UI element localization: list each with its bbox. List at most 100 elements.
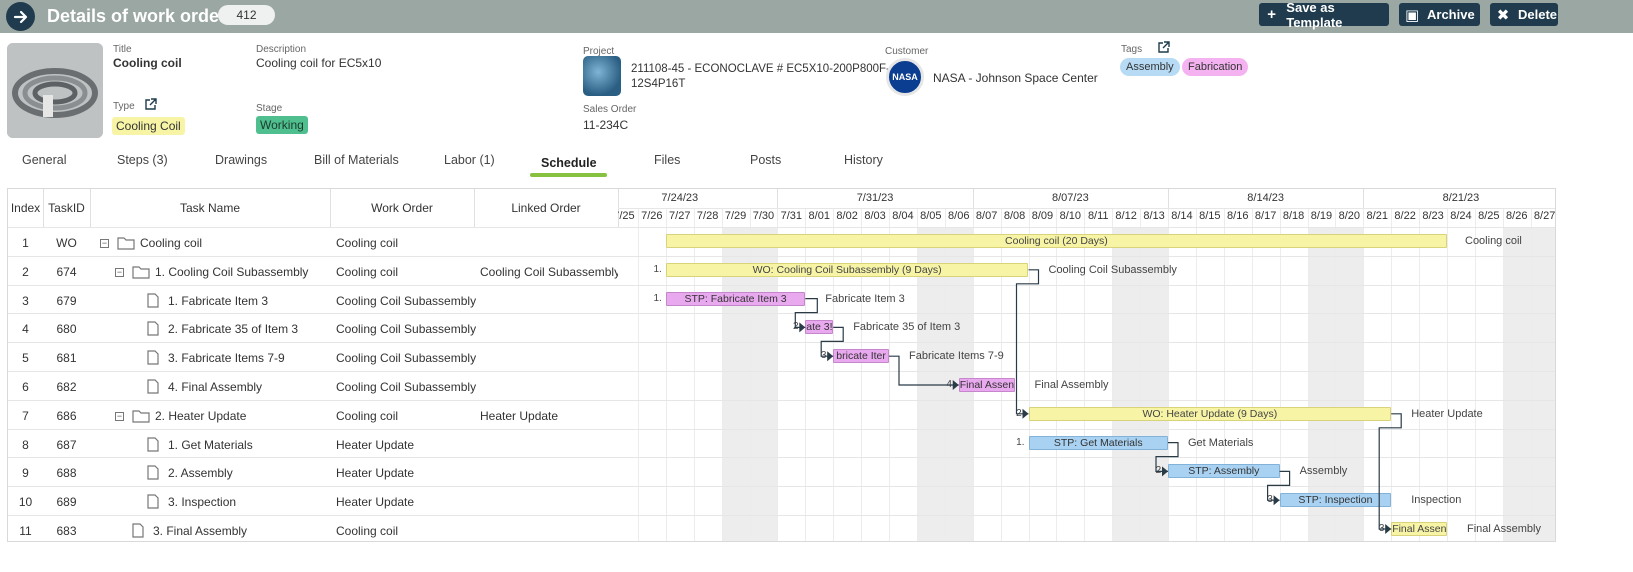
day-gridline [833, 208, 835, 541]
bar-right-label: Inspection [1411, 494, 1462, 507]
day-gridline [1335, 208, 1337, 541]
gantt-bar[interactable]: Final Assen [1391, 522, 1447, 536]
edit-tags-external-link-icon[interactable] [1157, 41, 1170, 54]
tag-assembly[interactable]: Assembly [1120, 58, 1180, 76]
row-task-name[interactable]: 1. Fabricate Item 3 [168, 294, 268, 308]
gantt-bar[interactable]: Final Assen [958, 378, 1015, 392]
row-divider [8, 399, 618, 401]
column-divider[interactable] [90, 189, 91, 227]
sales-order-label: Sales Order [583, 104, 637, 115]
gantt-bar[interactable]: Cooling coil (20 Days) [665, 234, 1447, 248]
row-task-id: 687 [56, 437, 77, 452]
delete-button[interactable]: ✖ Delete [1490, 3, 1558, 26]
bar-right-label: Final Assembly [1034, 379, 1109, 391]
column-header-work-order[interactable]: Work Order [330, 201, 474, 215]
tag-fabrication[interactable]: Fabrication [1182, 58, 1249, 76]
row-task-name[interactable]: 2. Assembly [168, 466, 233, 480]
row-divider [618, 284, 1555, 286]
gantt-bar[interactable]: STP: Get Materials [1028, 435, 1168, 450]
row-linked-order[interactable]: Heater Update [480, 409, 618, 423]
description-value: Cooling coil for EC5x10 [256, 56, 382, 70]
gantt-bar[interactable]: ate 3! [805, 320, 834, 335]
bar-right-label: Heater Update [1411, 407, 1483, 420]
collapse-toggle[interactable]: − [115, 267, 124, 277]
tab-general[interactable]: General [22, 153, 66, 167]
document-icon [147, 292, 159, 313]
row-task-name[interactable]: 3. Final Assembly [153, 524, 247, 538]
row-task-name[interactable]: 3. Inspection [168, 495, 236, 509]
gantt-bar[interactable]: bricate Iter [833, 349, 889, 364]
gantt-bar[interactable]: WO: Cooling Coil Subassembly (9 Days) [665, 262, 1029, 277]
row-task-name[interactable]: 2. Heater Update [155, 409, 246, 423]
row-index: 8 [22, 437, 29, 452]
project-value-line2[interactable]: 12S4P16T [631, 78, 685, 90]
day-header: 8/18 [1282, 210, 1305, 222]
column-divider[interactable] [474, 189, 475, 227]
row-divider [618, 486, 1555, 488]
row-linked-order[interactable]: Cooling Coil Subassembly [480, 265, 618, 279]
day-header: 8/06 [948, 210, 970, 222]
bar-right-label: Fabricate Items 7-9 [909, 350, 1004, 363]
row-task-name[interactable]: 1. Get Materials [168, 438, 253, 452]
column-divider[interactable] [43, 189, 44, 227]
column-header-task-name[interactable]: Task Name [90, 201, 330, 215]
day-header: 8/16 [1227, 210, 1249, 222]
task-grid: Index TaskID Task Name Work Order Linked Ord… [8, 189, 619, 541]
row-task-name[interactable]: 4. Final Assembly [168, 380, 262, 394]
day-gridline [1363, 208, 1365, 541]
day-header: 7/25 [618, 210, 635, 222]
day-gridline [721, 208, 723, 541]
day-gridline [1000, 208, 1002, 541]
row-task-name[interactable]: 1. Cooling Coil Subassembly [155, 265, 308, 279]
work-order-thumbnail [7, 43, 103, 138]
row-task-name[interactable]: Cooling coil [140, 236, 202, 250]
row-divider [8, 255, 618, 257]
column-header-index[interactable]: Index [8, 201, 43, 215]
bar-index-label: 2. [1016, 407, 1025, 419]
day-header: 8/04 [892, 210, 914, 222]
archive-button[interactable]: ▣ Archive [1399, 3, 1480, 26]
day-gridline [1307, 208, 1309, 541]
day-gridline [1474, 208, 1476, 541]
back-arrow-button[interactable] [6, 2, 35, 31]
column-divider[interactable] [330, 189, 331, 227]
day-header: 8/26 [1506, 210, 1528, 222]
row-index: 4 [22, 322, 29, 337]
type-label: Type [113, 101, 135, 112]
collapse-toggle[interactable]: − [115, 411, 124, 421]
gantt-bar[interactable]: WO: Heater Update (9 Days) [1028, 406, 1392, 421]
tab-history[interactable]: History [844, 153, 883, 167]
column-header-taskid[interactable]: TaskID [43, 201, 90, 215]
day-gridline [1112, 208, 1114, 541]
row-work-order: Cooling Coil Subassembly [336, 380, 477, 394]
row-work-order: Heater Update [336, 495, 415, 510]
tab-labor[interactable]: Labor (1) [444, 153, 495, 167]
day-gridline [916, 208, 918, 541]
tab-schedule[interactable]: Schedule [541, 156, 597, 170]
collapse-toggle[interactable]: − [100, 239, 109, 248]
tab-posts[interactable]: Posts [750, 153, 781, 167]
header-divider [8, 227, 618, 228]
bar-right-label: Assembly [1299, 465, 1348, 478]
row-divider [618, 313, 1555, 315]
row-work-order: Cooling coil [336, 524, 399, 538]
project-value-line1[interactable]: 211108-45 - ECONOCLAVE # EC5X10-200P800F… [631, 63, 890, 75]
row-divider [8, 428, 618, 430]
document-icon [147, 379, 159, 399]
gantt-bar[interactable]: STP: Fabricate Item 3 [665, 291, 806, 306]
row-task-id: 688 [56, 466, 77, 481]
gantt-bar[interactable]: STP: Inspection [1279, 493, 1392, 508]
row-task-name[interactable]: 3. Fabricate Items 7-9 [168, 351, 285, 365]
tab-bill-of-materials[interactable]: Bill of Materials [314, 153, 399, 167]
day-gridline [1195, 208, 1197, 541]
column-header-linked-order[interactable]: Linked Order [474, 201, 618, 215]
tab-steps[interactable]: Steps (3) [117, 153, 168, 167]
external-link-icon[interactable] [144, 98, 157, 111]
row-task-name[interactable]: 2. Fabricate 35 of Item 3 [168, 322, 298, 336]
customer-value[interactable]: NASA - Johnson Space Center [933, 71, 1098, 85]
save-as-template-button[interactable]: + Save as Template [1259, 0, 1389, 30]
tab-drawings[interactable]: Drawings [215, 153, 267, 167]
gantt-bar[interactable]: STP: Assembly [1168, 464, 1280, 479]
tab-files[interactable]: Files [654, 153, 680, 167]
day-gridline [1140, 208, 1142, 541]
